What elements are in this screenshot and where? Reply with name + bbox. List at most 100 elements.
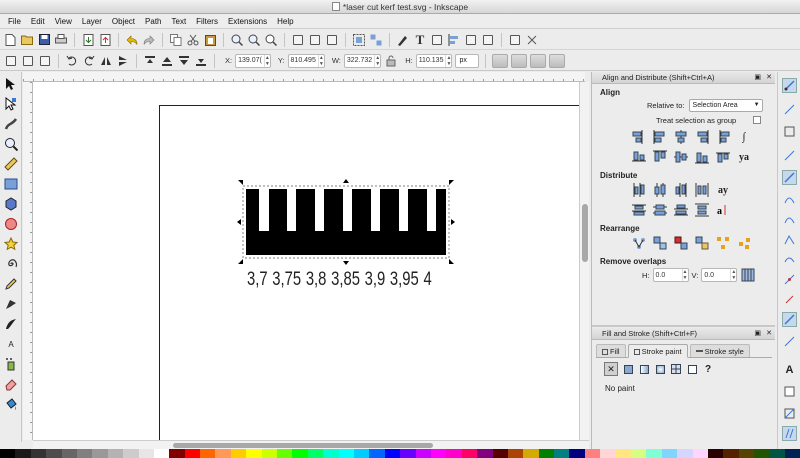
clone-icon[interactable] — [308, 33, 322, 47]
palette-swatch[interactable] — [507, 449, 524, 458]
snap-intersections-icon[interactable] — [782, 212, 797, 227]
palette-swatch[interactable] — [338, 449, 354, 458]
palette-swatch[interactable] — [215, 449, 231, 458]
duplicate-icon[interactable] — [291, 33, 305, 47]
menu-help[interactable]: Help — [272, 17, 298, 26]
lower-to-bottom-icon[interactable] — [194, 54, 208, 68]
align-left-to-right-anchor-icon[interactable] — [715, 129, 731, 145]
distribute-bottom-icon[interactable] — [673, 202, 689, 218]
palette-swatch[interactable] — [184, 449, 201, 458]
palette-swatch[interactable] — [123, 449, 139, 458]
v-gap-value[interactable]: 0.0 — [702, 272, 730, 279]
palette-swatch[interactable] — [538, 449, 555, 458]
raise-to-top-icon[interactable] — [143, 54, 157, 68]
palette-swatch[interactable] — [631, 449, 647, 458]
lock-ratio-icon[interactable] — [384, 54, 398, 68]
snap-cusp-icon[interactable] — [782, 232, 797, 247]
snap-bbox-corner-icon[interactable] — [782, 148, 797, 163]
copy-icon[interactable] — [169, 33, 183, 47]
h-value[interactable]: 110.135 — [417, 57, 446, 64]
palette-swatch[interactable] — [261, 449, 278, 458]
menu-layer[interactable]: Layer — [77, 17, 107, 26]
center-vertical-icon[interactable] — [673, 149, 689, 165]
palette-swatch[interactable] — [446, 449, 462, 458]
distribute-center-h-icon[interactable] — [652, 182, 668, 198]
tab-stroke-style[interactable]: Stroke style — [689, 344, 750, 357]
spin-arrows-icon[interactable]: ▲ ▼ — [445, 54, 451, 67]
spin-arrows-icon[interactable]: ▲ ▼ — [681, 269, 688, 281]
text-tool-icon[interactable]: A — [3, 336, 19, 352]
document-properties-icon[interactable] — [464, 33, 478, 47]
vertical-scrollbar[interactable] — [579, 82, 589, 440]
palette-swatch[interactable] — [615, 449, 632, 458]
move-gradients-toggle[interactable] — [530, 53, 547, 68]
spin-arrows-icon[interactable]: ▲ ▼ — [317, 54, 324, 67]
menu-path[interactable]: Path — [140, 17, 166, 26]
flip-vertical-icon[interactable] — [116, 54, 130, 68]
align-distribute-icon[interactable] — [447, 33, 461, 47]
kerf-label[interactable]: 4 — [423, 269, 431, 291]
distribute-left-icon[interactable] — [631, 182, 647, 198]
palette-swatch[interactable] — [523, 449, 539, 458]
h-gap-value[interactable]: 0.0 — [654, 272, 682, 279]
snap-enable-icon[interactable] — [782, 78, 797, 93]
kerf-test-comb[interactable] — [246, 189, 446, 255]
h-spinbox[interactable]: 110.135 ▲ ▼ — [415, 53, 453, 68]
distribute-gaps-h-icon[interactable] — [694, 182, 710, 198]
align-top-to-bottom-icon[interactable] — [715, 149, 731, 165]
relative-to-value[interactable]: Selection Area — [693, 102, 738, 109]
panel-menu-icon[interactable]: ▣ — [754, 328, 761, 340]
palette-swatch[interactable] — [430, 449, 447, 458]
paint-bucket-tool-icon[interactable] — [3, 396, 19, 412]
redo-icon[interactable] — [142, 33, 156, 47]
unit-select[interactable]: px — [455, 53, 480, 68]
rotate-cw-icon[interactable] — [82, 54, 96, 68]
kerf-label[interactable]: 3,8 — [306, 269, 327, 291]
rotate-ccw-icon[interactable] — [65, 54, 79, 68]
spiral-tool-icon[interactable] — [3, 256, 19, 272]
paste-icon[interactable] — [203, 33, 217, 47]
h-gap-spinbox[interactable]: 0.0 ▲ ▼ — [652, 268, 689, 282]
snap-paths-icon[interactable] — [782, 192, 797, 207]
flip-horizontal-icon[interactable] — [99, 54, 113, 68]
align-top-icon[interactable] — [652, 149, 668, 165]
distribute-center-v-icon[interactable] — [652, 202, 668, 218]
palette-swatch[interactable] — [246, 449, 262, 458]
palette-swatch[interactable] — [661, 449, 678, 458]
palette-swatch[interactable] — [492, 449, 508, 458]
distribute-baselines-h-icon[interactable]: ay — [715, 182, 731, 198]
unset-paint-icon[interactable]: ? — [702, 364, 714, 375]
align-bottom-icon[interactable] — [694, 149, 710, 165]
snap-bbox-icon[interactable] — [782, 102, 797, 117]
pen-tool-icon[interactable] — [3, 296, 19, 312]
palette-swatch[interactable] — [0, 449, 16, 458]
palette-swatch[interactable] — [784, 449, 800, 458]
palette-swatch[interactable] — [169, 449, 185, 458]
zoom-tool-icon[interactable] — [3, 136, 19, 152]
palette-swatch[interactable] — [76, 449, 93, 458]
select-all-icon[interactable] — [4, 54, 18, 68]
raise-icon[interactable] — [160, 54, 174, 68]
palette-swatch[interactable] — [46, 449, 62, 458]
kerf-label[interactable]: 3,9 — [365, 269, 386, 291]
menu-file[interactable]: File — [3, 17, 26, 26]
relative-to-select[interactable]: Selection Area ▼ — [688, 98, 763, 112]
eraser-tool-icon[interactable] — [3, 376, 19, 392]
text-font-icon[interactable]: T — [413, 32, 427, 47]
palette-swatch[interactable] — [707, 449, 724, 458]
palette-swatch[interactable] — [384, 449, 401, 458]
calligraphy-tool-icon[interactable] — [3, 316, 19, 332]
select-all-layers-icon[interactable] — [21, 54, 35, 68]
flat-color-icon[interactable] — [622, 363, 634, 375]
fill-stroke-icon[interactable] — [396, 33, 410, 47]
palette-swatch[interactable] — [569, 449, 585, 458]
spray-tool-icon[interactable] — [3, 356, 19, 372]
exchange-selection-icon[interactable] — [673, 235, 689, 251]
snap-options-icon[interactable] — [525, 33, 539, 47]
align-right-to-left-anchor-icon[interactable] — [631, 129, 647, 145]
zoom-selection-icon[interactable] — [230, 33, 244, 47]
palette-swatch[interactable] — [30, 449, 47, 458]
palette-swatch[interactable] — [600, 449, 616, 458]
3d-box-tool-icon[interactable] — [3, 196, 19, 212]
w-value[interactable]: 322.732 — [345, 57, 374, 64]
